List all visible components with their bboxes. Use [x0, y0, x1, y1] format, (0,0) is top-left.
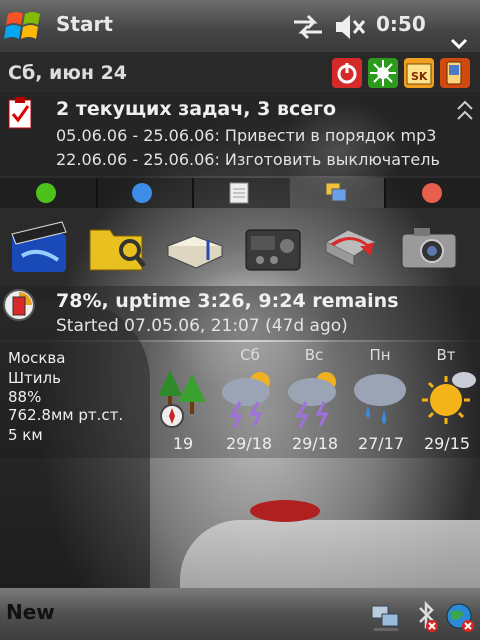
rain-icon[interactable]	[350, 366, 412, 430]
date-label[interactable]: Сб, июн 24	[8, 62, 127, 84]
forecast-day: Вс	[304, 346, 324, 364]
weather-pressure: 762.8мм рт.ст.	[8, 406, 124, 424]
reset-button[interactable]	[368, 58, 398, 88]
battery-gauge-icon	[3, 289, 35, 321]
start-title[interactable]: Start	[56, 12, 113, 36]
sunny-cloud-icon[interactable]	[418, 366, 480, 430]
sync-arrows-icon[interactable]	[320, 216, 382, 278]
forecast-temp: 29/18	[291, 434, 339, 453]
uptime-started[interactable]: Started 07.05.06, 21:07 (47d ago)	[56, 316, 348, 336]
connectivity-icon[interactable]	[292, 14, 324, 40]
power-icon	[337, 63, 357, 84]
device-settings-button[interactable]	[440, 58, 470, 88]
wifi-globe-off-icon[interactable]	[444, 600, 476, 634]
svg-text:SK: SK	[411, 70, 428, 83]
media-clapper-icon[interactable]	[8, 216, 70, 278]
battery-status[interactable]: 78%, uptime 3:26, 9:24 remains	[56, 290, 399, 312]
forecast-day: Сб	[240, 346, 260, 364]
forest-compass-icon[interactable]	[152, 366, 214, 430]
power-button[interactable]	[332, 58, 362, 88]
weather-city[interactable]: Москва	[8, 349, 65, 367]
task-item[interactable]: 05.06.06 - 25.06.06: Привести в порядок …	[56, 126, 436, 145]
forecast-temp: 19	[172, 434, 194, 453]
radio-icon[interactable]	[242, 216, 304, 278]
tasks-clipboard-icon	[8, 97, 32, 129]
burst-icon	[370, 60, 396, 86]
task-item[interactable]: 22.06.06 - 25.06.06: Изготовить выключат…	[56, 150, 440, 169]
file-explorer-icon[interactable]	[86, 216, 148, 278]
wallpaper-lips	[250, 500, 320, 522]
volume-muted-icon[interactable]	[334, 12, 368, 42]
bluetooth-off-icon[interactable]	[412, 600, 440, 634]
forecast-day: Вт	[436, 346, 456, 364]
dictionary-book-icon[interactable]	[164, 216, 226, 278]
collapse-chevron-icon[interactable]	[456, 100, 474, 122]
forecast-day: Пн	[369, 346, 391, 364]
forecast-temp: 29/15	[423, 434, 471, 453]
softkey-bar	[0, 588, 480, 640]
green-dot-icon	[36, 183, 56, 203]
forecast-temp: 27/17	[357, 434, 405, 453]
notepad-icon	[229, 182, 249, 204]
clock[interactable]: 0:50	[376, 12, 426, 36]
pda-icon	[446, 61, 462, 85]
blue-dot-icon	[132, 183, 152, 203]
new-softkey[interactable]: New	[6, 600, 55, 624]
chevron-down-icon[interactable]	[450, 38, 468, 50]
network-computers-icon[interactable]	[370, 602, 402, 632]
forecast-temp: 29/18	[225, 434, 273, 453]
weather-humidity: 88%	[8, 388, 42, 406]
sk-icon: SK	[406, 63, 432, 85]
red-dot-icon	[422, 183, 442, 203]
weather-visibility: 5 км	[8, 426, 43, 444]
windows-start-icon[interactable]	[4, 8, 44, 44]
weather-wind: Штиль	[8, 369, 61, 387]
windows-stack-icon	[325, 182, 347, 202]
camera-icon[interactable]	[398, 216, 460, 278]
thunderstorm-sun-icon[interactable]	[284, 366, 346, 430]
sk-tools-button[interactable]: SK	[404, 58, 434, 88]
thunderstorm-sun-icon[interactable]	[218, 366, 280, 430]
tasks-summary[interactable]: 2 текущих задач, 3 всего	[56, 98, 336, 120]
